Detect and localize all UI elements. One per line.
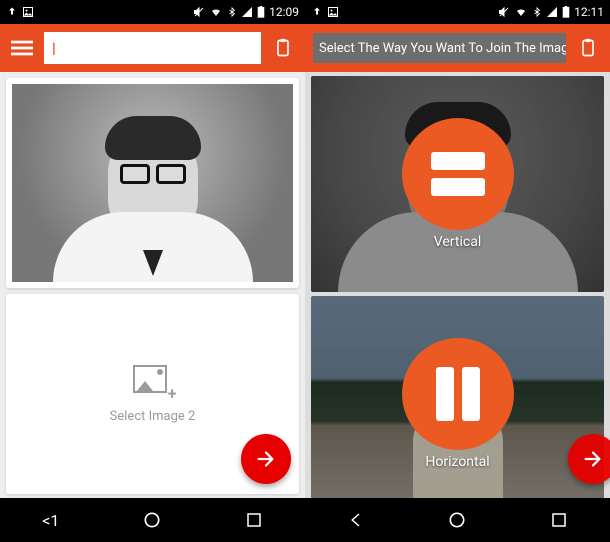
signal-icon [241,6,253,18]
content-area: + Select Image 2 [0,72,305,498]
nav-bar [305,498,610,542]
status-bar: 12:11 [305,0,610,24]
mute-icon [498,6,510,18]
battery-icon [257,6,265,18]
battery-icon [562,6,570,18]
nav-counter: <1 [26,511,76,530]
text-cursor: | [52,39,56,57]
nav-home-button[interactable] [127,510,177,530]
join-option-vertical[interactable]: Vertical [311,76,604,292]
selected-image-1 [12,84,293,282]
wifi-icon [514,6,528,18]
nav-recent-button[interactable] [229,511,279,529]
bluetooth-icon [532,6,542,18]
upload-icon [311,6,323,18]
next-fab[interactable] [241,434,291,484]
nav-back-button[interactable] [331,511,381,529]
mute-icon [193,6,205,18]
app-bar: Select The Way You Want To Join The Imag… [305,24,610,72]
nav-bar: <1 [0,498,305,542]
bluetooth-icon [227,6,237,18]
signal-icon [546,6,558,18]
search-input[interactable]: | [44,32,261,64]
status-time: 12:09 [269,5,299,19]
wifi-icon [209,6,223,18]
nav-home-button[interactable] [432,510,482,530]
screen-right: 12:11 Select The Way You Want To Join Th… [305,0,610,542]
join-option-horizontal[interactable]: Horizontal [311,296,604,498]
vertical-label: Vertical [434,234,481,250]
clipboard-button[interactable] [574,34,602,62]
upload-icon [6,6,18,18]
add-image-icon: + [133,365,173,399]
clipboard-button[interactable] [269,34,297,62]
placeholder-label: Select Image 2 [110,409,196,424]
image-icon [22,6,34,18]
app-bar: | [0,24,305,72]
menu-button[interactable] [8,34,36,62]
next-fab[interactable] [568,434,610,484]
status-bar: 12:09 [0,0,305,24]
content-area: Vertical Horizontal [305,72,610,498]
horizontal-icon [402,338,514,450]
image-icon [327,6,339,18]
horizontal-label: Horizontal [425,454,489,470]
tooltip-banner: Select The Way You Want To Join The Imag… [313,33,566,63]
screen-left: 12:09 | + Select [0,0,305,542]
nav-recent-button[interactable] [534,511,584,529]
vertical-icon [402,118,514,230]
status-time: 12:11 [574,5,604,19]
image-slot-1[interactable] [6,78,299,288]
